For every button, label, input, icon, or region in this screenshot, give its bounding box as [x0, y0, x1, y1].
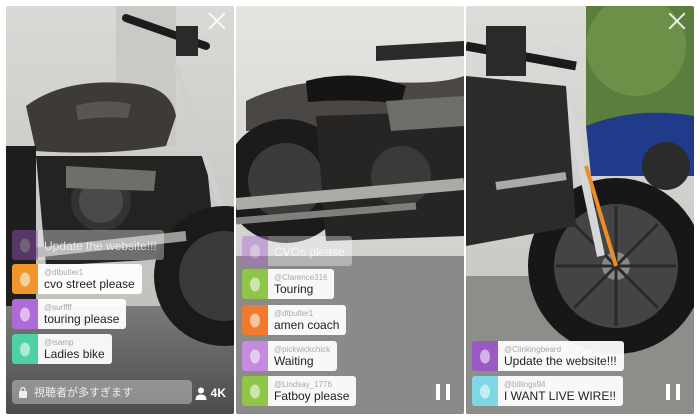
egg-avatar-icon — [250, 384, 260, 399]
comment-username: @Clinkingbeard — [504, 345, 562, 354]
user-avatar[interactable] — [12, 334, 38, 364]
chat-input[interactable]: 視聴者が多すぎます — [12, 380, 192, 404]
comment-body: @Clinkingbeard Update the website!!! — [498, 341, 624, 371]
user-avatar[interactable] — [242, 269, 268, 299]
comment-username: @billings94 — [504, 380, 546, 389]
chat-comment[interactable]: @billings94 I WANT LIVE WIRE!! — [472, 376, 624, 406]
video-panel-3[interactable]: @Clinkingbeard Update the website!!! @bill… — [466, 6, 694, 414]
egg-avatar-icon — [20, 307, 30, 322]
chat-comment[interactable]: @Clarence316 Touring — [242, 269, 335, 299]
viewer-count-label: 4K — [210, 386, 226, 400]
comment-message: touring please — [44, 312, 120, 326]
comment-body: @dtbutler1 amen coach — [268, 305, 347, 335]
chat-comment[interactable]: @dtbutler1 amen coach — [242, 305, 347, 335]
chat-comment[interactable]: Update the website!!! — [12, 230, 164, 260]
chat-comment[interactable]: @pickwickchick Waiting — [242, 341, 338, 371]
comment-body: CVOs please — [268, 236, 352, 266]
chat-comment[interactable]: @dtbutler1 cvo street please — [12, 264, 142, 294]
comment-message: amen coach — [274, 318, 340, 332]
egg-avatar-icon — [480, 384, 490, 399]
comment-body: @dtbutler1 cvo street please — [38, 264, 142, 294]
user-avatar[interactable] — [242, 341, 268, 371]
comment-message: I WANT LIVE WIRE!! — [504, 389, 617, 403]
egg-avatar-icon — [250, 244, 260, 259]
comment-body: Update the website!!! — [38, 230, 164, 260]
comment-message: Touring — [274, 282, 314, 296]
egg-avatar-icon — [480, 349, 490, 364]
comment-message: Update the website!!! — [44, 238, 157, 253]
egg-avatar-icon — [250, 349, 260, 364]
comment-body: @surffff touring please — [38, 299, 127, 329]
comment-username: @dtbutler1 — [274, 309, 314, 318]
close-icon[interactable] — [668, 12, 686, 30]
egg-avatar-icon — [20, 238, 30, 253]
comment-message: Ladies bike — [44, 347, 105, 361]
egg-avatar-icon — [250, 277, 260, 292]
user-avatar[interactable] — [242, 376, 268, 406]
comment-username: @Clarence316 — [274, 273, 328, 282]
comment-username: @dtbutler1 — [44, 268, 84, 277]
chat-comment[interactable]: CVOs please — [242, 236, 352, 266]
chat-comment[interactable]: @isamp Ladies bike — [12, 334, 112, 364]
comment-body: @isamp Ladies bike — [38, 334, 112, 364]
video-panel-2[interactable]: CVOs please @Clarence316 Touring @dtbutler1… — [236, 6, 464, 414]
comment-message: Fatboy please — [274, 389, 350, 403]
egg-avatar-icon — [250, 313, 260, 328]
user-avatar[interactable] — [12, 230, 38, 260]
user-avatar[interactable] — [472, 341, 498, 371]
user-avatar[interactable] — [12, 299, 38, 329]
close-icon[interactable] — [208, 12, 226, 30]
comment-message: Waiting — [274, 354, 314, 368]
comment-message: CVOs please — [274, 244, 345, 259]
user-avatar[interactable] — [472, 376, 498, 406]
chat-comment[interactable]: @surffff touring please — [12, 299, 127, 329]
chat-placeholder: 視聴者が多すぎます — [34, 387, 133, 399]
pause-button[interactable] — [666, 384, 680, 400]
egg-avatar-icon — [20, 272, 30, 287]
comment-username: @pickwickchick — [274, 345, 331, 354]
comment-message: Update the website!!! — [504, 354, 617, 368]
chat-comment[interactable]: @Clinkingbeard Update the website!!! — [472, 341, 624, 371]
pause-button[interactable] — [436, 384, 450, 400]
user-avatar[interactable] — [12, 264, 38, 294]
comment-message: cvo street please — [44, 277, 135, 291]
egg-avatar-icon — [20, 342, 30, 357]
comment-username: @isamp — [44, 338, 74, 347]
comment-username: @Lindsay_1776 — [274, 380, 332, 389]
video-panel-1[interactable]: Update the website!!! @dtbutler1 cvo stree… — [6, 6, 234, 414]
chat-comment[interactable]: @Lindsay_1776 Fatboy please — [242, 376, 357, 406]
comment-body: @billings94 I WANT LIVE WIRE!! — [498, 376, 624, 406]
lock-icon — [19, 386, 27, 398]
comment-username: @surffff — [44, 303, 72, 312]
comment-body: @Lindsay_1776 Fatboy please — [268, 376, 357, 406]
comment-body: @pickwickchick Waiting — [268, 341, 338, 371]
person-icon — [195, 387, 207, 400]
comment-body: @Clarence316 Touring — [268, 269, 335, 299]
user-avatar[interactable] — [242, 305, 268, 335]
user-avatar[interactable] — [242, 236, 268, 266]
viewer-count[interactable]: 4K — [195, 386, 226, 400]
